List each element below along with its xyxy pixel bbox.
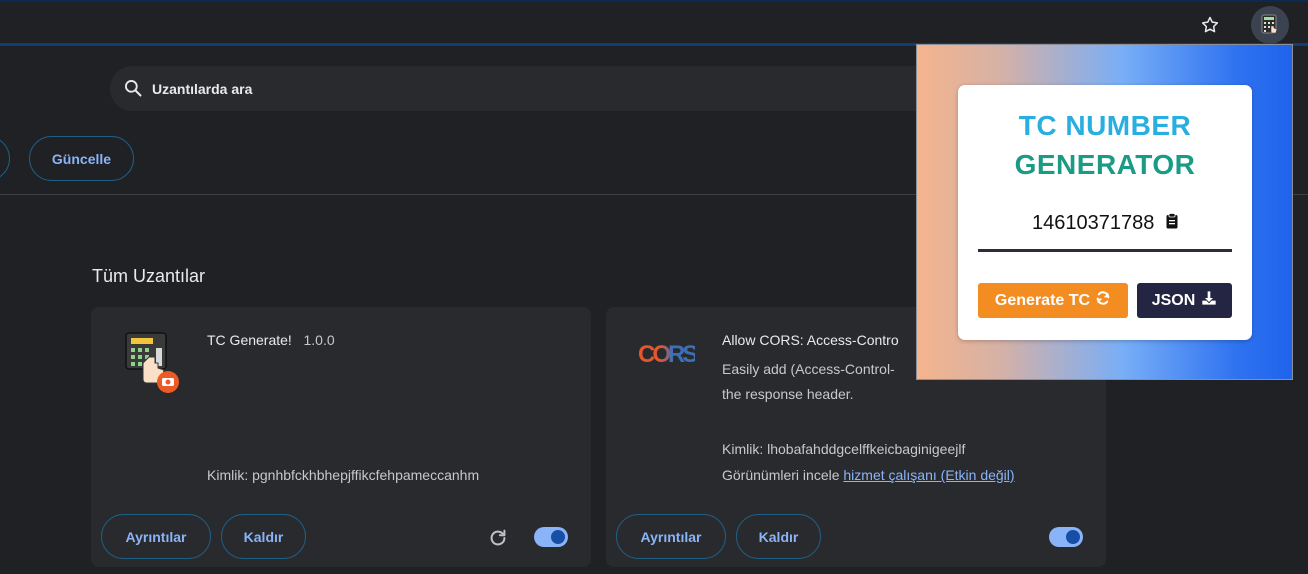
- details-button[interactable]: Ayrıntılar: [616, 514, 726, 559]
- remove-button[interactable]: Kaldır: [736, 514, 821, 559]
- extension-description: Easily add (Access-Control- the response…: [722, 361, 895, 402]
- generator-card: TC NUMBER GENERATOR 14610371788 Generate…: [958, 85, 1252, 340]
- extension-name: Allow CORS: Access-Contro: [722, 332, 899, 348]
- update-button[interactable]: Güncelle: [29, 136, 134, 181]
- cors-logo-icon: CORS: [638, 341, 698, 368]
- section-title: Tüm Uzantılar: [92, 266, 206, 286]
- extension-popup: TC NUMBER GENERATOR 14610371788 Generate…: [916, 44, 1293, 380]
- inspect-views: Görünümleri incele hizmet çalışanı (Etki…: [722, 467, 1015, 483]
- details-button[interactable]: Ayrıntılar: [101, 514, 211, 559]
- search-bar[interactable]: [110, 66, 960, 111]
- search-icon: [123, 78, 143, 103]
- browser-toolbar: [0, 0, 1308, 46]
- extension-id: Kimlik: pgnhbfckhbhepjffikcfehpameccanhm: [207, 467, 480, 483]
- search-input[interactable]: [152, 66, 852, 111]
- generate-tc-button[interactable]: Generate TC: [978, 283, 1128, 318]
- extension-calculator-icon[interactable]: [1251, 6, 1289, 44]
- clipboard-icon[interactable]: [1166, 212, 1178, 235]
- enable-toggle[interactable]: [534, 527, 568, 547]
- enable-toggle[interactable]: [1049, 527, 1083, 547]
- reload-icon[interactable]: [487, 527, 509, 549]
- extension-card-tc-generate: TC Generate! 1.0.0 Kimlik: pgnhbfckhbhep…: [91, 307, 591, 567]
- extension-name: TC Generate! 1.0.0: [207, 332, 335, 348]
- bookmark-star-icon[interactable]: [1197, 12, 1223, 38]
- generated-number: 14610371788: [958, 212, 1252, 235]
- json-download-button[interactable]: JSON: [1137, 283, 1232, 318]
- number-underline: [978, 249, 1232, 252]
- remove-button[interactable]: Kaldır: [221, 514, 306, 559]
- popup-title-line1: TC NUMBER: [1018, 110, 1192, 141]
- extension-id: Kimlik: lhobafahddgcelffkeicbaginigeejlf: [722, 441, 966, 457]
- partial-left-button[interactable]: [0, 136, 10, 181]
- download-icon: [1201, 290, 1217, 311]
- refresh-icon: [1095, 290, 1111, 311]
- tc-generate-logo-icon: [125, 331, 183, 393]
- popup-title-line2: GENERATOR: [1014, 149, 1196, 180]
- service-worker-link[interactable]: hizmet çalışanı (Etkin değil): [843, 467, 1014, 483]
